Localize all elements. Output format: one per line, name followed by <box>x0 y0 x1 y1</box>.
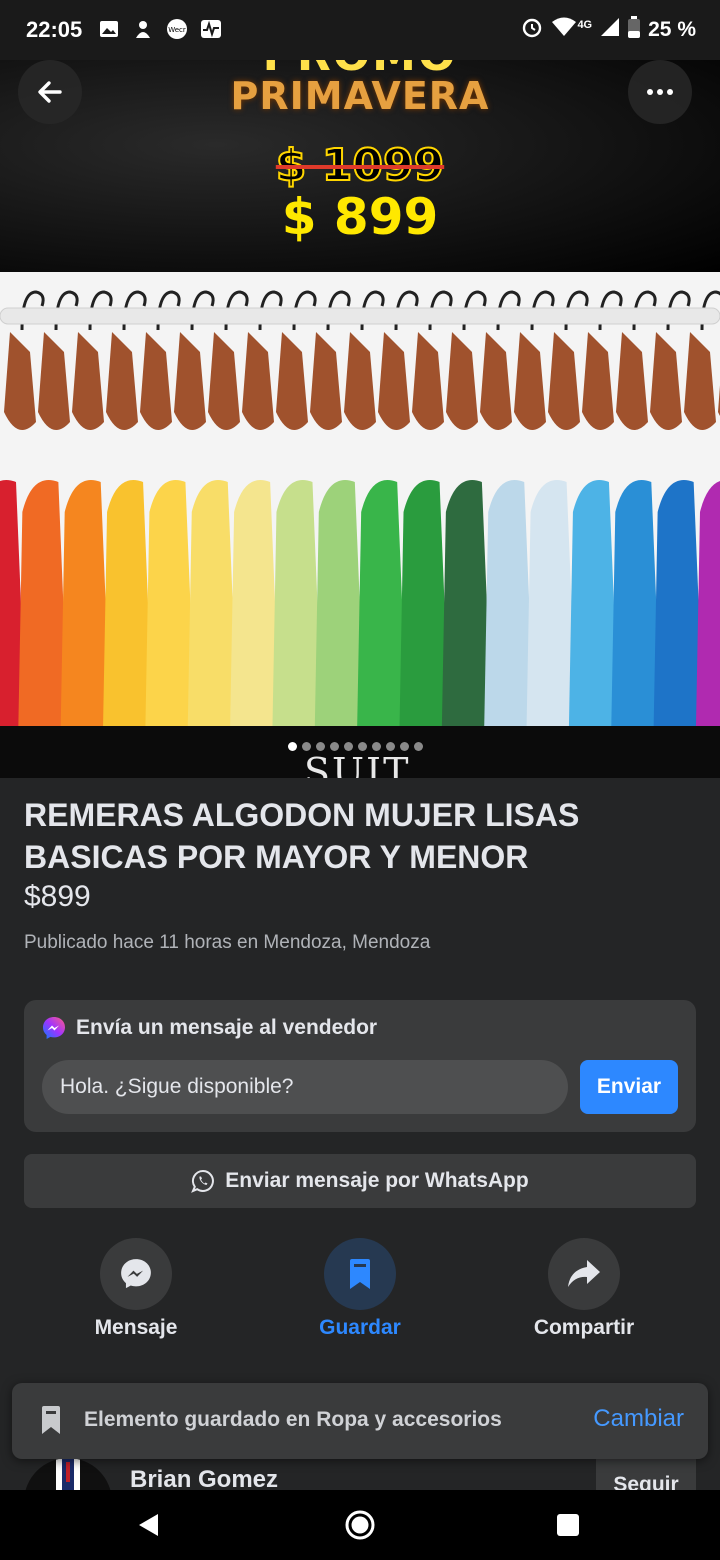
save-action-label: Guardar <box>319 1316 401 1339</box>
recents-nav-icon[interactable] <box>556 1513 580 1537</box>
new-price: $ 899 <box>281 188 439 246</box>
share-action-circle[interactable] <box>548 1238 620 1310</box>
message-seller-card: Envía un mensaje al vendedor Hola. ¿Sigu… <box>24 1000 696 1132</box>
message-action-circle[interactable] <box>100 1238 172 1310</box>
app-icon <box>132 18 154 40</box>
gallery-dot[interactable] <box>288 742 297 751</box>
message-card-title: Envía un mensaje al vendedor <box>76 1016 378 1039</box>
svg-text:Wecr: Wecr <box>168 26 186 34</box>
whatsapp-label: Enviar mensaje por WhatsApp <box>225 1169 529 1192</box>
whatsapp-icon <box>191 1169 215 1193</box>
seller-avatar[interactable] <box>24 1458 112 1490</box>
share-action[interactable]: Compartir <box>494 1238 674 1340</box>
save-action[interactable]: Guardar <box>270 1238 450 1340</box>
avatar-figure-icon <box>56 1458 80 1490</box>
gallery-dot[interactable] <box>302 742 311 751</box>
listing-meta: Publicado hace 11 horas en Mendoza, Mend… <box>24 932 431 953</box>
gallery-indicator-band: SUIT <box>0 726 720 778</box>
wifi-icon <box>551 17 577 43</box>
message-action-label: Mensaje <box>94 1316 178 1339</box>
battery-level: 25 % <box>648 18 696 41</box>
activity-icon <box>200 18 222 40</box>
navigation-bar <box>0 1490 720 1560</box>
old-price: $ 1099 <box>275 139 445 192</box>
gallery-dot[interactable] <box>330 742 339 751</box>
bookmark-icon <box>42 1406 60 1434</box>
status-bar: 22:05 Wecr 4G 25 % <box>0 0 720 60</box>
wecr-icon: Wecr <box>166 18 188 40</box>
share-icon <box>568 1260 600 1287</box>
gallery-dot[interactable] <box>316 742 325 751</box>
signal-icon <box>600 17 620 43</box>
message-card-header: Envía un mensaje al vendedor <box>42 1016 377 1040</box>
gallery-dot[interactable] <box>414 742 423 751</box>
more-horizontal-icon <box>647 89 673 95</box>
rack-bar <box>0 307 720 325</box>
gallery-dot[interactable] <box>386 742 395 751</box>
listing-photo[interactable] <box>0 272 720 726</box>
battery-icon <box>628 16 641 44</box>
gallery-dots <box>288 742 423 751</box>
arrow-left-icon <box>38 81 62 103</box>
listing-price: $899 <box>24 880 91 913</box>
bookmark-icon <box>350 1259 370 1289</box>
send-button[interactable]: Enviar <box>580 1060 678 1114</box>
message-input[interactable]: Hola. ¿Sigue disponible? <box>42 1060 568 1114</box>
more-options-button[interactable] <box>628 60 692 124</box>
alarm-icon <box>521 16 543 44</box>
gallery-dot[interactable] <box>400 742 409 751</box>
message-action[interactable]: Mensaje <box>46 1238 226 1340</box>
change-collection-button[interactable]: Cambiar <box>593 1405 684 1433</box>
status-time: 22:05 <box>26 17 83 42</box>
back-nav-icon[interactable] <box>136 1512 162 1538</box>
gallery-icon <box>98 18 120 40</box>
gallery-dot[interactable] <box>372 742 381 751</box>
listing-image-promo[interactable]: PROMO PRIMAVERA $ 1099 $ 899 <box>0 60 720 272</box>
gallery-dot[interactable] <box>358 742 367 751</box>
back-button[interactable] <box>18 60 82 124</box>
next-image-text: SUIT <box>304 750 411 778</box>
home-nav-icon[interactable] <box>344 1509 376 1541</box>
promo-main-text: PRIMAVERA <box>230 74 490 118</box>
toast-text: Elemento guardado en Ropa y accesorios <box>84 1408 502 1431</box>
share-action-label: Compartir <box>533 1316 635 1339</box>
notification-icons: Wecr <box>98 18 222 40</box>
save-action-circle[interactable] <box>324 1238 396 1310</box>
seller-name[interactable]: Brian Gomez <box>130 1466 278 1490</box>
messenger-icon <box>121 1259 151 1289</box>
messenger-icon <box>43 1017 65 1039</box>
gallery-dot[interactable] <box>344 742 353 751</box>
clothing-rack-illustration <box>0 272 720 726</box>
saved-toast: Elemento guardado en Ropa y accesorios C… <box>12 1383 708 1459</box>
network-type: 4G <box>577 19 593 31</box>
listing-title: REMERAS ALGODON MUJER LISAS BASICAS POR … <box>24 797 580 875</box>
system-icons: 4G 25 % <box>521 16 696 44</box>
whatsapp-button[interactable]: Enviar mensaje por WhatsApp <box>24 1154 696 1208</box>
follow-button[interactable]: Seguir <box>596 1454 696 1490</box>
